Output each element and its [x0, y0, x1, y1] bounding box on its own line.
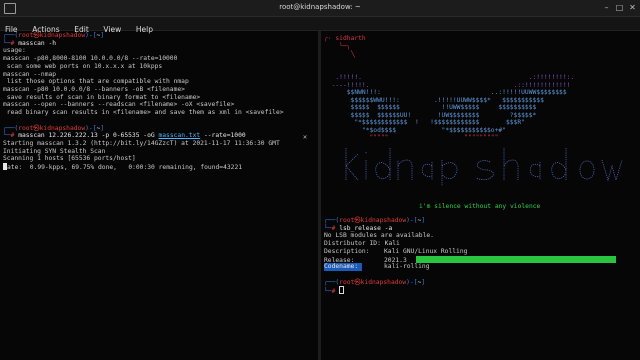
- output-line: save results of scan in binary format to…: [3, 93, 201, 101]
- prompt-line: ┌──(root㉿kidnapshadow)-[~]: [3, 32, 105, 39]
- prompt-user: root㉿kidnapshadow: [18, 32, 86, 39]
- highlight-bar: [416, 255, 616, 263]
- title-bar: root@kidnapshadow: ~ – □ ✕: [0, 0, 640, 17]
- menu-bar: File Actions Edit View Help: [0, 17, 640, 34]
- prompt-user: root㉿kidnapshadow: [18, 124, 86, 132]
- command-line: └─# lsb_release -a: [324, 224, 393, 232]
- command-line: └─#: [324, 286, 345, 296]
- output-line: read binary scan results in <filename> a…: [3, 109, 284, 116]
- output-file-link[interactable]: masscan.txt: [158, 132, 200, 139]
- output-line: masscan -p80,8000-8100 10.0.0.0/8 --rate…: [3, 55, 178, 63]
- motto-text: i'm silence without any violence: [419, 203, 541, 210]
- text-cursor: [339, 286, 345, 295]
- terminal-pane-right[interactable]: ╭· sidharth ╰─╮ ╲ .!!!!!. .:!!!!!!!!:. -…: [321, 31, 640, 360]
- status-line: rateate: 0.99-kpps, 69.75% done, 0:00:30…: [3, 163, 242, 172]
- lsb-value: kali-rolling: [384, 263, 430, 271]
- window-title: root@kidnapshadow: ~: [279, 3, 361, 11]
- command-text: lsb_release -a: [339, 224, 393, 232]
- prompt-line: ┌──(root㉿kidnapshadow)-[~]: [324, 278, 426, 286]
- command-line: └─# masscan 12.226.222.13 -p 0-65535 -oG…: [3, 132, 246, 140]
- output-line: masscan --nmap: [3, 70, 57, 78]
- close-icon[interactable]: ✕: [628, 3, 637, 12]
- terminal-window: root@kidnapshadow: ~ – □ ✕ File Actions …: [0, 0, 640, 360]
- lsb-value: Kali: [384, 240, 400, 248]
- art-line: ╰─╮: [339, 43, 351, 50]
- output-line: masscan -p80 10.0.0.0/8 --banners -oB <f…: [3, 85, 185, 93]
- pane-close-icon[interactable]: ✕: [301, 133, 309, 141]
- lsb-line: Codename: kali-rolling: [324, 263, 430, 271]
- command-line: └─# masscan -h: [3, 39, 57, 47]
- kidnapshadow-banner: [345, 148, 623, 186]
- prompt-user: root㉿kidnapshadow: [339, 278, 407, 286]
- output-line: Scanning 1 hosts [65536 ports/host]: [3, 155, 136, 163]
- lsb-label: Distributor ID:: [324, 240, 381, 248]
- command-text: masscan 12.226.222.13 -p 0-65535 -oG: [18, 132, 159, 140]
- lsb-value: Kali GNU/Linux Rolling: [384, 247, 468, 255]
- output-line: usage:: [3, 47, 26, 55]
- ascii-art: """"" """"""""": [324, 134, 499, 141]
- output-line: scan some web ports on 10.x.x.x at 10kpp…: [3, 62, 163, 70]
- lsb-line: Distributor ID: Kali: [324, 240, 400, 248]
- minimize-icon[interactable]: –: [602, 3, 611, 12]
- lsb-label: Description:: [324, 247, 370, 255]
- rate-status: ate: 0.99-kpps, 69.75% done, 0:00:30 rem…: [7, 164, 243, 171]
- output-line: Initiating SYN Stealth Scan: [3, 147, 106, 155]
- prompt-line: ┌──(root㉿kidnapshadow)-[~]: [324, 217, 426, 224]
- command-text: masscan -h: [18, 39, 57, 47]
- lsb-line: Description: Kali GNU/Linux Rolling: [324, 248, 467, 256]
- art-top-label: sidharth: [335, 35, 366, 42]
- art-line: ╲: [351, 51, 355, 58]
- output-line: Starting masscan 1.3.2 (http://bit.ly/14…: [3, 139, 280, 147]
- prompt-user: root㉿kidnapshadow: [339, 217, 407, 224]
- terminal-pane-left[interactable]: ┌──(root㉿kidnapshadow)-[~] └─# masscan -…: [0, 31, 318, 360]
- art-top: ╭· sidharth: [324, 35, 366, 42]
- output-line: list those options that are compatible w…: [3, 78, 189, 86]
- command-text-rest: --rate=1000: [200, 132, 246, 140]
- output-line: masscan --open --banners --readscan <fil…: [3, 101, 235, 109]
- lsb-line: No LSB modules are available.: [324, 232, 434, 240]
- lsb-label: Codename:: [324, 263, 362, 271]
- maximize-icon[interactable]: □: [615, 3, 624, 12]
